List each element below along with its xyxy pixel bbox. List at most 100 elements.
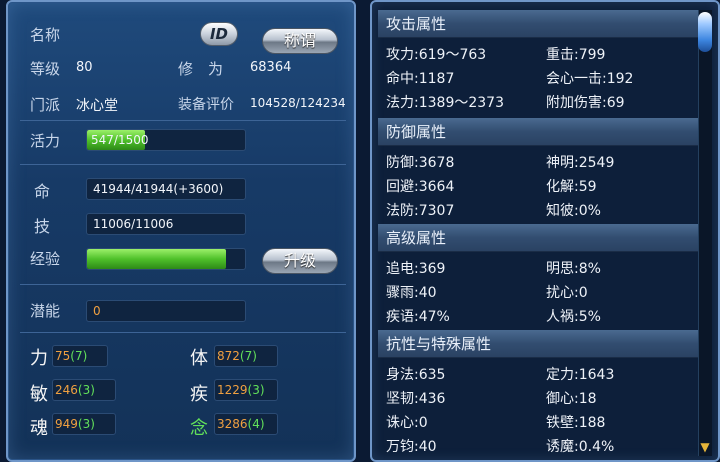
stat-value: 436 <box>418 391 446 407</box>
stat-label: 会心一击: <box>546 71 607 87</box>
level-label: 等级 <box>30 60 61 78</box>
stat-label: 回避: <box>386 179 419 195</box>
stat-row: 法防:7307 <box>386 200 454 220</box>
attr-bonus: (3) <box>77 383 95 397</box>
gear-score-label: 装备评价 <box>178 97 234 113</box>
stat-value: 1389～2373 <box>418 95 504 111</box>
stat-label: 法力: <box>386 95 419 111</box>
stat-label: 人祸: <box>546 309 579 325</box>
stat-value: 799 <box>578 47 606 63</box>
upgrade-button[interactable]: 升级 <box>262 248 338 274</box>
attr-value: 246 <box>55 383 78 397</box>
stat-value: 1187 <box>418 71 455 87</box>
stat-label: 重击: <box>546 47 579 63</box>
divider <box>20 284 346 285</box>
scrollbar-track[interactable] <box>698 10 712 456</box>
stat-row: 附加伤害:69 <box>546 92 625 112</box>
stat-label: 神明: <box>546 155 579 171</box>
stat-value: 18 <box>578 391 597 407</box>
stat-row: 命中:1187 <box>386 68 454 88</box>
attr-name: 敏 <box>30 384 48 405</box>
stat-row: 骤雨:40 <box>386 282 437 302</box>
stat-row: 攻力:619～763 <box>386 44 486 64</box>
stat-row: 知彼:0% <box>546 200 601 220</box>
vitality-bar: 547/1500 <box>86 129 246 151</box>
stat-value: 59 <box>578 179 597 195</box>
stat-row: 疾语:47% <box>386 306 450 326</box>
stat-label: 铁壁: <box>546 415 579 431</box>
attr-value: 1229 <box>217 383 248 397</box>
stat-label: 命中: <box>386 71 419 87</box>
stat-value: 8% <box>578 261 601 277</box>
attr-value-box: 872(7) <box>214 345 278 367</box>
stat-value: 188 <box>578 415 606 431</box>
divider <box>20 120 346 121</box>
stat-label: 攻力: <box>386 47 419 63</box>
section-header: 抗性与特殊属性 <box>378 330 700 358</box>
stat-label: 追电: <box>386 261 419 277</box>
potential-field: 0 <box>86 300 246 322</box>
stat-value: 635 <box>418 367 446 383</box>
scrollbar-thumb[interactable] <box>698 12 712 52</box>
stat-row: 法力:1389～2373 <box>386 92 504 112</box>
attr-value: 872 <box>217 349 240 363</box>
stat-value: 0% <box>578 203 601 219</box>
stat-value: 40 <box>418 439 437 455</box>
stat-row: 神明:2549 <box>546 152 614 172</box>
section-header: 高级属性 <box>378 224 700 252</box>
attr-bonus: (7) <box>239 349 257 363</box>
gear-score-value: 104528/124234 <box>250 96 346 110</box>
stat-value: 0 <box>418 415 428 431</box>
stat-label: 定力: <box>546 367 579 383</box>
stat-value: 7307 <box>418 203 455 219</box>
stat-row: 人祸:5% <box>546 306 601 326</box>
attr-bonus: (3) <box>77 417 95 431</box>
stat-label: 坚韧: <box>386 391 419 407</box>
sect-label: 门派 <box>30 96 61 114</box>
stat-value: 619～763 <box>418 47 487 63</box>
stat-label: 防御: <box>386 155 419 171</box>
scroll-down-arrow-icon[interactable]: ▼ <box>699 440 711 454</box>
attr-bonus: (4) <box>247 417 265 431</box>
stat-label: 万钧: <box>386 439 419 455</box>
stat-label: 化解: <box>546 179 579 195</box>
attr-bonus: (3) <box>247 383 265 397</box>
stat-label: 诛心: <box>386 415 419 431</box>
stat-row: 扰心:0 <box>546 282 588 302</box>
stat-row: 诛心:0 <box>386 412 428 432</box>
stat-label: 扰心: <box>546 285 579 301</box>
stat-row: 追电:369 <box>386 258 445 278</box>
cultivation-value: 68364 <box>250 60 292 75</box>
stat-row: 诱魔:0.4% <box>546 436 614 456</box>
title-button[interactable]: 称谓 <box>262 28 338 54</box>
attr-value-box: 246(3) <box>52 379 116 401</box>
attr-value-box: 3286(4) <box>214 413 278 435</box>
stat-value: 192 <box>606 71 634 87</box>
stat-value: 47% <box>418 309 450 325</box>
stat-label: 诱魔: <box>546 439 579 455</box>
stat-label: 知彼: <box>546 203 579 219</box>
vitality-value: 547/1500 <box>91 133 149 147</box>
section-header: 攻击属性 <box>378 10 700 38</box>
stat-label: 身法: <box>386 367 419 383</box>
stat-value: 1643 <box>578 367 615 383</box>
stat-label: 骤雨: <box>386 285 419 301</box>
attr-value-box: 1229(3) <box>214 379 278 401</box>
exp-bar <box>86 248 246 270</box>
stat-row: 重击:799 <box>546 44 605 64</box>
divider <box>20 332 346 333</box>
skill-label: 技 <box>34 217 51 236</box>
stat-value: 3678 <box>418 155 455 171</box>
stat-label: 御心: <box>546 391 579 407</box>
stat-value: 3664 <box>418 179 455 195</box>
attr-value-box: 949(3) <box>52 413 116 435</box>
attr-value: 949 <box>55 417 78 431</box>
stat-row: 会心一击:192 <box>546 68 633 88</box>
attr-value: 3286 <box>217 417 248 431</box>
stat-value: 5% <box>578 309 601 325</box>
stat-row: 御心:18 <box>546 388 597 408</box>
id-icon[interactable]: ID <box>200 22 238 46</box>
hp-field: 41944/41944(+3600) <box>86 178 246 200</box>
stat-label: 法防: <box>386 203 419 219</box>
attr-name: 力 <box>30 348 48 369</box>
